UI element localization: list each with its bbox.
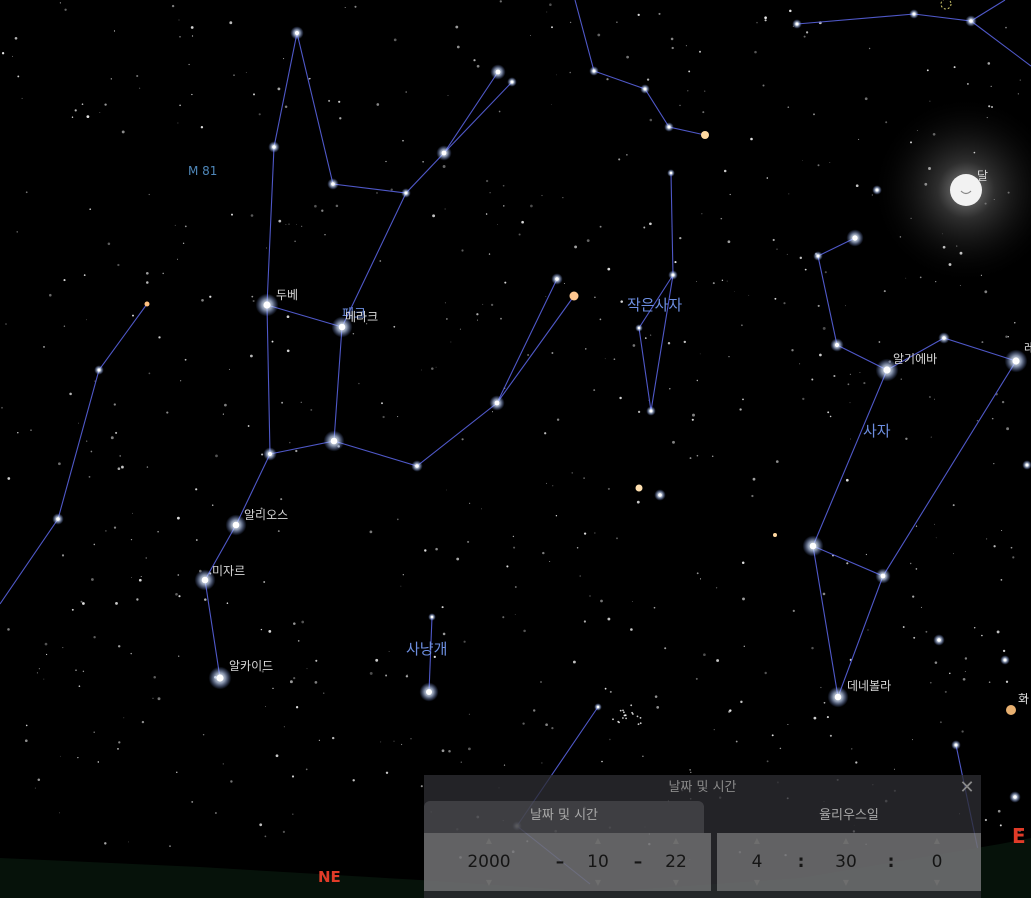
star-label-dubhe[interactable]: 두베	[276, 288, 298, 302]
hour-value[interactable]: 4	[727, 847, 787, 877]
minute-spinner: ▲ 30 ▼	[816, 833, 876, 891]
edge-label-mars[interactable]: 화	[1018, 692, 1029, 706]
month-spinner: ▲ 10 ▼	[568, 833, 628, 891]
year-value[interactable]: 2000	[459, 847, 519, 877]
date-fields: ▲ 2000 ▼ – ▲ 10 ▼ – ▲ 22 ▼	[424, 833, 711, 891]
hour-up-icon[interactable]: ▲	[727, 835, 787, 847]
year-up-icon[interactable]: ▲	[459, 835, 519, 847]
day-up-icon[interactable]: ▲	[646, 835, 706, 847]
constellation-label-leo[interactable]: 사자	[863, 422, 891, 440]
cardinal-ne-label: NE	[318, 868, 341, 886]
month-value[interactable]: 10	[568, 847, 628, 877]
day-down-icon[interactable]: ▼	[646, 877, 706, 889]
year-down-icon[interactable]: ▼	[459, 877, 519, 889]
cardinal-e-label: E	[1012, 824, 1026, 848]
constellation-label-canes-venatici[interactable]: 사냥개	[406, 640, 447, 658]
year-spinner: ▲ 2000 ▼	[459, 833, 519, 891]
hour-down-icon[interactable]: ▼	[727, 877, 787, 889]
star-label-merak[interactable]: 메라크	[345, 310, 378, 324]
month-up-icon[interactable]: ▲	[568, 835, 628, 847]
sky-background	[0, 0, 1031, 898]
star-label-mizar[interactable]: 미자르	[212, 564, 245, 578]
edge-label-regulus[interactable]: 레	[1024, 341, 1031, 355]
panel-title: 날짜 및 시간	[668, 780, 737, 795]
time-fields: ▲ 4 ▼ : ▲ 30 ▼ : ▲ 0 ▼	[717, 833, 981, 891]
second-up-icon[interactable]: ▲	[907, 835, 967, 847]
second-down-icon[interactable]: ▼	[907, 877, 967, 889]
close-icon[interactable]: ✕	[957, 777, 977, 799]
star-label-alioth[interactable]: 알리오스	[244, 508, 288, 522]
second-value[interactable]: 0	[907, 847, 967, 877]
star-label-algieba[interactable]: 알기에바	[893, 352, 937, 366]
moon-label[interactable]: 달	[977, 169, 988, 183]
second-spinner: ▲ 0 ▼	[907, 833, 967, 891]
minute-down-icon[interactable]: ▼	[816, 877, 876, 889]
constellation-label-leo-minor[interactable]: 작은사자	[627, 296, 682, 314]
sky-view[interactable]: 작은사자 사자 사냥개 페크 두베 메라크 알리오스 미자르 알카이드 알기에바…	[0, 0, 1031, 898]
day-value[interactable]: 22	[646, 847, 706, 877]
month-down-icon[interactable]: ▼	[568, 877, 628, 889]
dso-label-m81[interactable]: M 81	[188, 164, 217, 178]
tab-date-time[interactable]: 날짜 및 시간	[424, 801, 704, 833]
star-label-denebola[interactable]: 데네볼라	[847, 679, 891, 693]
tab-julian-day[interactable]: 율리우스일	[717, 801, 981, 833]
time-separator: :	[797, 852, 805, 872]
minute-value[interactable]: 30	[816, 847, 876, 877]
star-label-alkaid[interactable]: 알카이드	[229, 659, 273, 673]
planet-mars-icon[interactable]	[1006, 705, 1016, 715]
minute-up-icon[interactable]: ▲	[816, 835, 876, 847]
date-separator: –	[555, 852, 565, 872]
day-spinner: ▲ 22 ▼	[646, 833, 706, 891]
date-separator: –	[633, 852, 643, 872]
time-separator: :	[887, 852, 895, 872]
date-time-panel: 날짜 및 시간 ✕ 날짜 및 시간 율리우스일 ▲ 2000 ▼ – ▲ 10 …	[424, 775, 981, 898]
hour-spinner: ▲ 4 ▼	[727, 833, 787, 891]
